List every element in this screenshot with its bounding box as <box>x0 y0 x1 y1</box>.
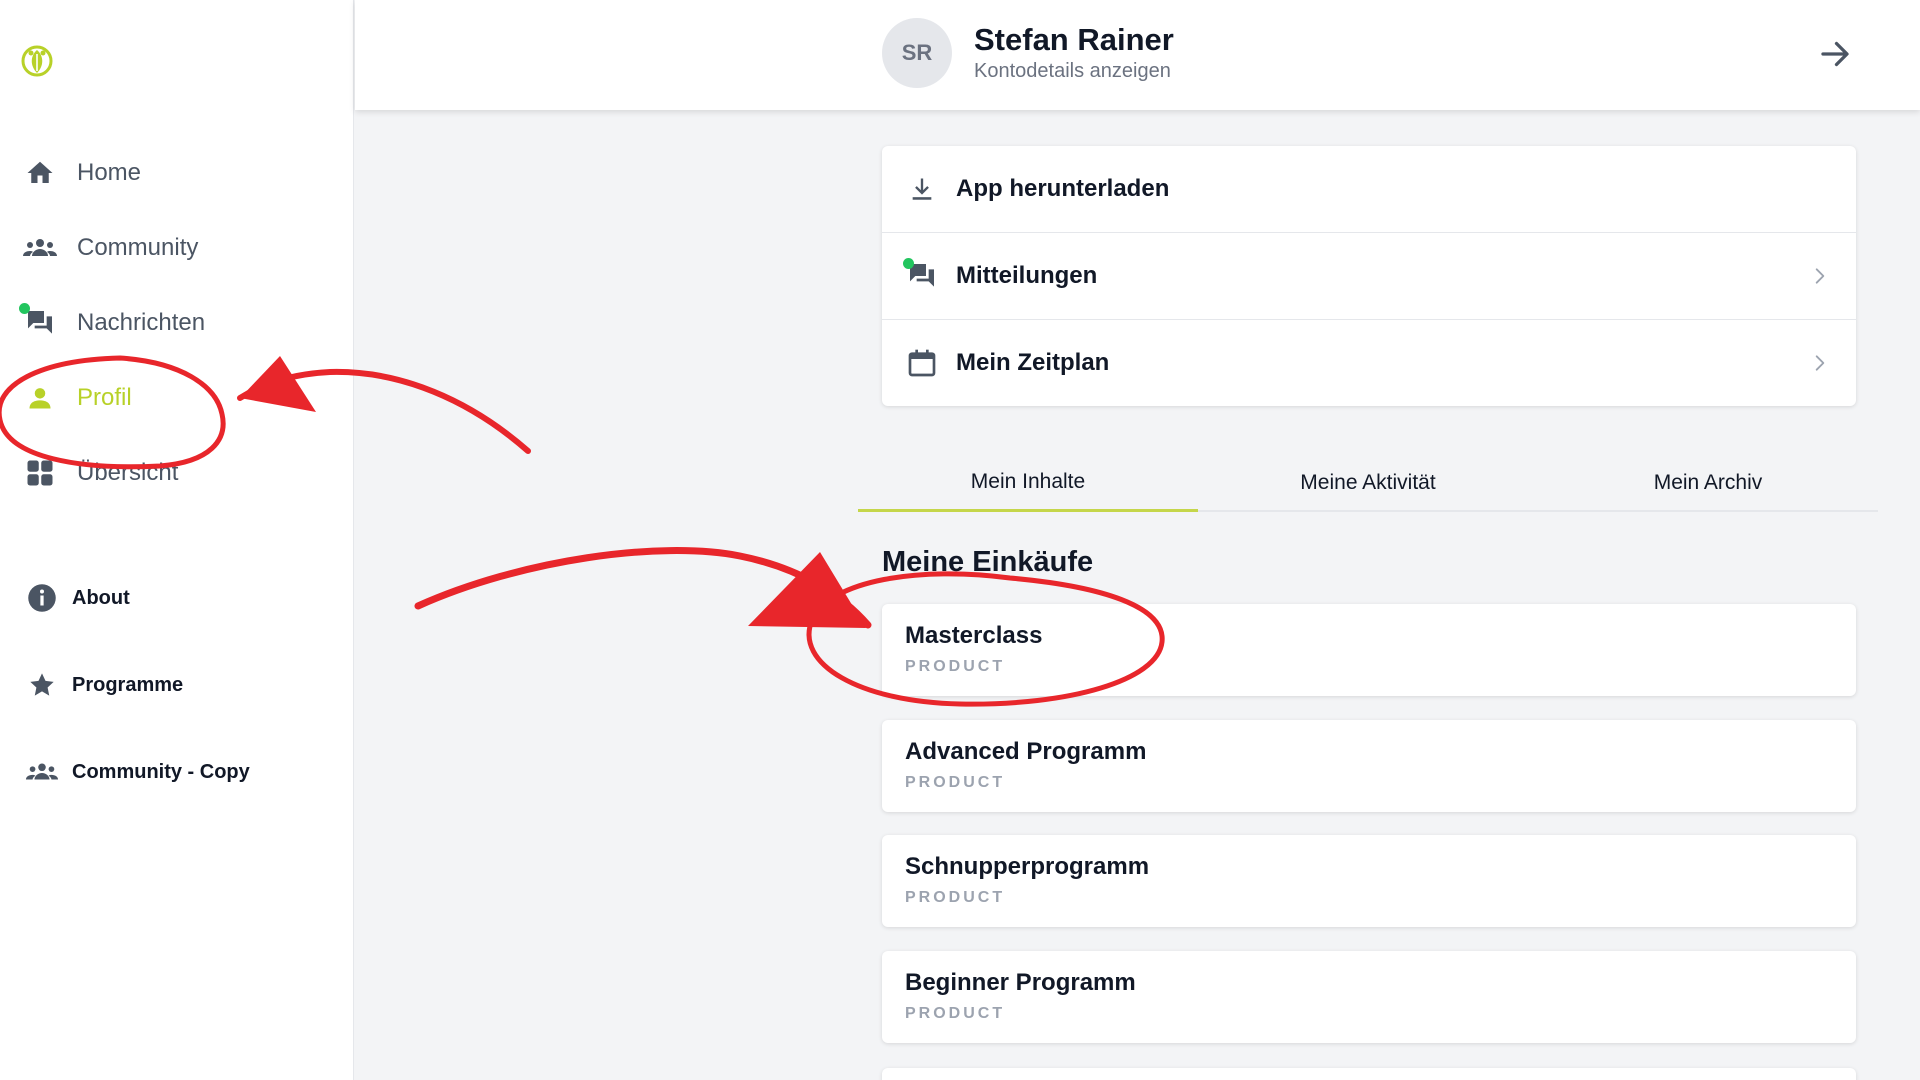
people-icon <box>24 754 60 790</box>
sidebar-item-programme[interactable]: Programme <box>24 665 183 705</box>
menu-item-label: App herunterladen <box>956 175 1170 202</box>
menu-item-zeitplan[interactable]: Mein Zeitplan <box>882 319 1856 405</box>
product-tag: PRODUCT <box>905 889 1006 906</box>
people-icon <box>22 230 58 266</box>
menu-item-mitteilungen[interactable]: Mitteilungen <box>882 232 1856 318</box>
annotation-arrow-masterclass <box>414 547 872 629</box>
grid-icon <box>22 455 58 491</box>
product-card[interactable]: Advanced Programm PRODUCT <box>882 720 1856 812</box>
menu-item-label: Mein Zeitplan <box>956 348 1110 376</box>
sidebar-item-uebersicht[interactable]: Übersicht <box>22 451 178 495</box>
sidebar-item-label: Profil <box>77 384 132 411</box>
tab-mein-archiv[interactable]: Mein Archiv <box>1538 454 1878 512</box>
sidebar-item-home[interactable]: Home <box>22 151 141 195</box>
leaf-logo-icon[interactable] <box>20 44 54 78</box>
arrow-right-icon[interactable] <box>1817 36 1853 72</box>
chevron-right-icon <box>1815 354 1825 371</box>
product-name: Advanced Programm <box>905 738 1147 765</box>
sidebar-item-label: Übersicht <box>77 459 179 486</box>
product-name: Masterclass <box>905 622 1043 649</box>
profile-menu-card: App herunterladen Mitteilungen Mein Zeit… <box>882 146 1856 406</box>
sidebar-item-label: Programme <box>72 673 184 696</box>
calendar-icon <box>904 345 940 381</box>
tab-meine-aktivitaet[interactable]: Meine Aktivität <box>1198 454 1538 512</box>
account-details-link[interactable]: Kontodetails anzeigen <box>974 60 1171 83</box>
notification-dot <box>903 257 914 269</box>
menu-item-label: Mitteilungen <box>956 261 1098 289</box>
chevron-right-icon <box>1815 267 1825 284</box>
product-tag: PRODUCT <box>905 1005 1006 1022</box>
section-title: Meine Einkäufe <box>882 546 1094 578</box>
sidebar-item-profil[interactable]: Profil <box>22 376 132 420</box>
content-tabs: Mein Inhalte Meine Aktivität Mein Archiv <box>858 454 1878 512</box>
sidebar-item-community-copy[interactable]: Community - Copy <box>24 752 250 792</box>
sidebar-item-about[interactable]: About <box>24 578 130 618</box>
chat-icon <box>903 257 940 294</box>
product-tag: PRODUCT <box>905 774 1006 791</box>
star-icon <box>24 667 60 703</box>
product-tag: PRODUCT <box>905 658 1006 675</box>
product-card-partial[interactable] <box>882 1068 1856 1080</box>
tab-mein-inhalte[interactable]: Mein Inhalte <box>858 454 1198 512</box>
avatar[interactable]: SR <box>882 18 952 88</box>
sidebar-item-label: Community - Copy <box>72 760 250 783</box>
user-name[interactable]: Stefan Rainer <box>974 22 1174 58</box>
product-name: Beginner Programm <box>905 969 1136 996</box>
product-card[interactable]: Masterclass PRODUCT <box>882 604 1856 696</box>
product-card[interactable]: Beginner Programm PRODUCT <box>882 951 1856 1043</box>
product-card[interactable]: Schnupperprogramm PRODUCT <box>882 835 1856 927</box>
info-icon <box>24 580 60 616</box>
menu-item-app-download[interactable]: App herunterladen <box>882 146 1856 232</box>
sidebar-item-label: Community <box>77 234 199 261</box>
sidebar: Home Community Nachrichten Profil Übersi… <box>0 0 354 1080</box>
sidebar-item-community[interactable]: Community <box>22 226 198 270</box>
notification-dot <box>19 303 30 314</box>
product-name: Schnupperprogramm <box>905 853 1150 880</box>
home-icon <box>22 155 58 191</box>
sidebar-item-label: Nachrichten <box>77 309 206 336</box>
profile-header: SR Stefan Rainer Kontodetails anzeigen <box>355 0 1920 110</box>
sidebar-item-label: Home <box>77 159 142 186</box>
sidebar-item-label: About <box>72 586 130 609</box>
sidebar-item-nachrichten[interactable]: Nachrichten <box>19 301 206 345</box>
download-icon <box>904 171 940 207</box>
person-icon <box>22 380 58 416</box>
chat-icon <box>19 303 58 341</box>
